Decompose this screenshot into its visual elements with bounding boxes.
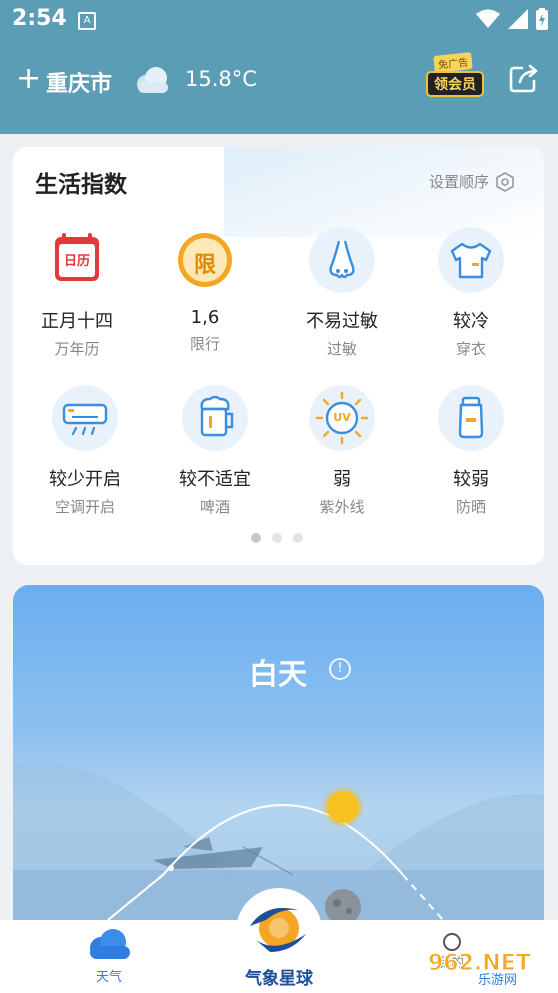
app-notification-icon: A	[78, 12, 96, 30]
clothing-icon	[438, 227, 504, 293]
page-dot[interactable]	[293, 533, 303, 543]
tab-weather[interactable]: 天气	[84, 928, 134, 985]
index-label: 限行	[189, 335, 220, 353]
index-label: 紫外线	[319, 498, 365, 516]
index-item-allergy[interactable]: 不易过敏 过敏	[278, 227, 406, 359]
index-value: 弱	[333, 469, 351, 490]
settings-hexagon-icon	[496, 171, 514, 192]
status-indicators	[476, 8, 548, 30]
index-label: 过敏	[326, 340, 357, 358]
life-index-title: 生活指数	[35, 172, 127, 198]
sunscreen-icon	[438, 385, 504, 451]
status-time: 2:54	[12, 6, 67, 31]
wifi-icon	[476, 9, 500, 28]
index-label: 空调开启	[54, 498, 115, 516]
page-dot[interactable]	[272, 533, 282, 543]
weather-cloud-icon	[90, 929, 130, 959]
index-value: 较弱	[453, 469, 489, 490]
index-value: 1,6	[190, 307, 220, 328]
status-bar: 2:54 A	[0, 0, 558, 40]
weather-planet-button[interactable]	[236, 888, 322, 974]
vip-label: 领会员	[426, 71, 484, 97]
uv-icon: UV	[309, 385, 375, 451]
page-dot[interactable]	[251, 533, 261, 543]
signal-icon	[508, 9, 528, 29]
life-index-card: 生活指数 设置顺序 日历 正月十四 万年历 限 1,6 限行 不易过敏 过敏 较…	[13, 147, 544, 565]
index-label: 啤酒	[199, 498, 230, 516]
calendar-icon: 日历	[44, 227, 110, 293]
restriction-icon-text: 限	[193, 253, 216, 278]
index-label: 穿衣	[455, 340, 486, 358]
vip-button[interactable]: 免广告 领会员	[426, 52, 484, 98]
index-value: 较冷	[453, 311, 489, 332]
sort-settings-label: 设置顺序	[429, 173, 490, 191]
sort-settings-button[interactable]: 设置顺序	[429, 171, 515, 192]
allergy-nose-icon	[309, 227, 375, 293]
index-item-sunscreen[interactable]: 较弱 防晒	[407, 385, 535, 517]
index-value: 不易过敏	[306, 311, 378, 332]
air-conditioner-icon	[52, 385, 118, 451]
index-item-beer[interactable]: 较不适宜 啤酒	[151, 385, 279, 517]
vip-ad-free-tag: 免广告	[433, 52, 473, 73]
info-icon[interactable]: !	[329, 658, 351, 680]
index-label: 万年历	[54, 340, 100, 358]
share-icon[interactable]	[508, 64, 540, 94]
add-city-button[interactable]: +	[16, 64, 41, 94]
daytime-title: 白天	[249, 657, 308, 691]
planet-logo-icon	[250, 908, 306, 952]
card-decoration	[224, 147, 544, 237]
city-name[interactable]: 重庆市	[46, 66, 112, 98]
index-item-calendar[interactable]: 日历 正月十四 万年历	[13, 227, 141, 359]
beer-icon	[182, 385, 248, 451]
index-item-air-conditioner[interactable]: 较少开启 空调开启	[21, 385, 149, 517]
index-value: 较少开启	[49, 469, 121, 490]
header: + 重庆市 15.8°C 免广告 领会员	[0, 40, 558, 134]
page-indicator	[251, 533, 303, 543]
tab-weather-label: 天气	[95, 970, 122, 985]
svg-text:乐游网: 乐游网	[478, 973, 517, 986]
index-item-uv[interactable]: UV 弱 紫外线	[278, 385, 406, 517]
calendar-icon-text: 日历	[63, 254, 90, 269]
cloud-icon	[137, 67, 168, 93]
battery-icon	[536, 8, 548, 30]
index-item-clothing[interactable]: 较冷 穿衣	[407, 227, 535, 359]
index-value: 正月十四	[41, 311, 113, 332]
watermark-logo: 962.NET 乐游网	[428, 944, 552, 989]
uv-icon-text: UV	[333, 411, 351, 424]
index-value: 较不适宜	[179, 469, 251, 490]
restriction-icon: 限	[172, 227, 238, 293]
weather-planet-label: 气象星球	[245, 969, 313, 989]
index-label: 防晒	[455, 498, 486, 516]
temperature: 15.8°C	[185, 67, 257, 91]
index-item-restriction[interactable]: 限 1,6 限行	[141, 227, 269, 354]
